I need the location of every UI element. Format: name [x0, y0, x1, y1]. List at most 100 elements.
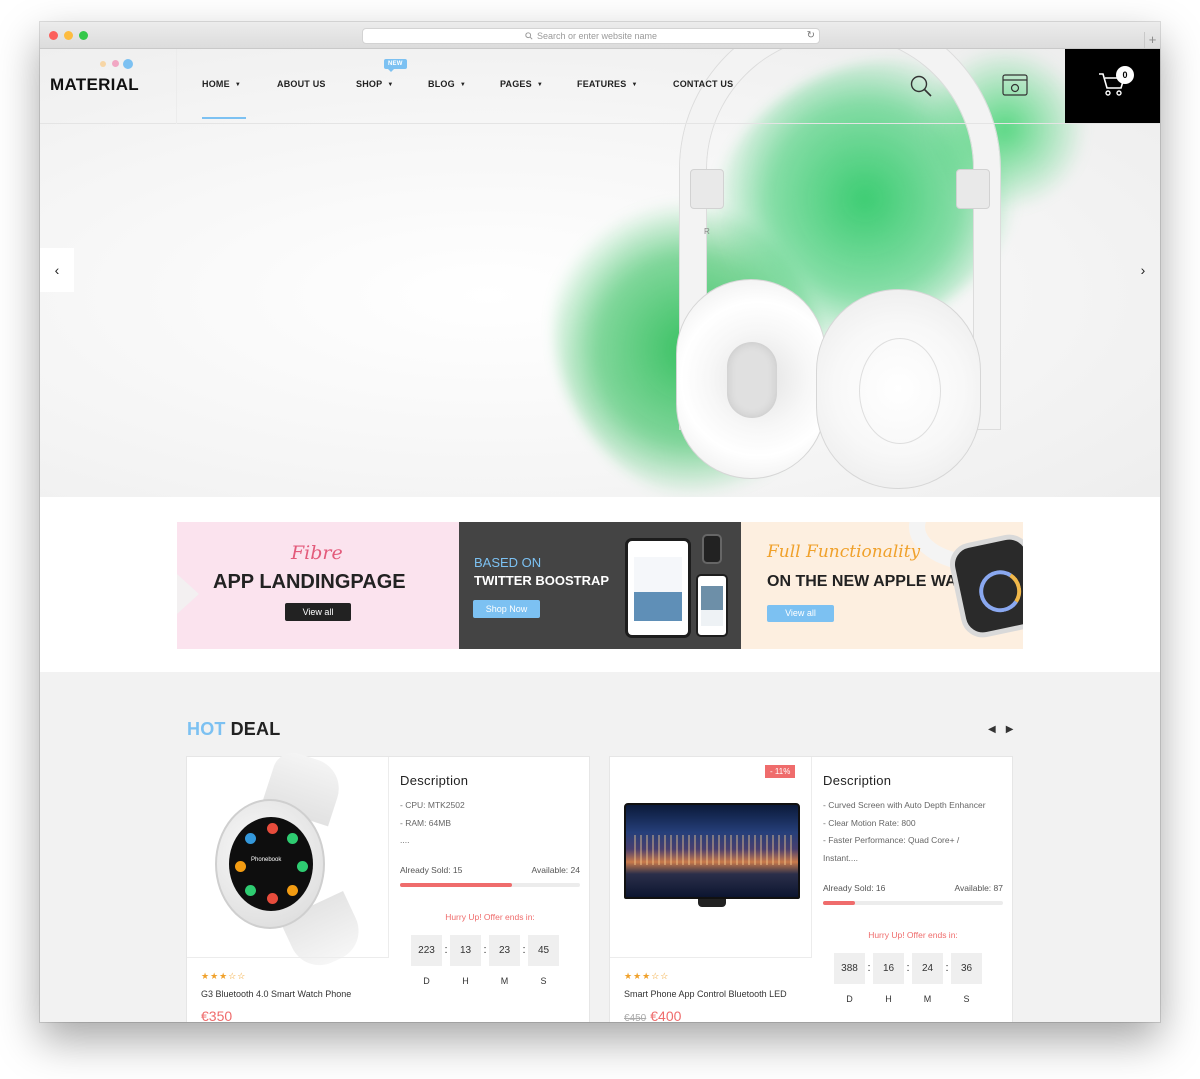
tablet-image	[625, 538, 691, 638]
slider-prev-button[interactable]: ‹	[40, 248, 74, 292]
product-price: €350	[201, 1008, 233, 1022]
nav-item-shop[interactable]: NEW SHOP ▼	[356, 59, 428, 89]
site-logo[interactable]: MATERIAL	[50, 75, 139, 95]
caret-down-icon: ▼	[631, 81, 638, 88]
page: R ‹ › MATERIAL HOME ▼ ABOUT US NEW SHOP …	[40, 49, 1160, 1022]
hero-slider: R ‹ › MATERIAL HOME ▼ ABOUT US NEW SHOP …	[40, 49, 1160, 497]
decorative-arrow	[177, 574, 199, 614]
cart-count-badge: 0	[1116, 66, 1134, 84]
available: Available: 24	[531, 865, 580, 875]
description-title: Description	[400, 773, 469, 788]
section-title: HOT DEAL	[187, 719, 281, 739]
promo-banner-app-landing[interactable]: Fibre APP LANDINGPAGE View all	[177, 522, 459, 649]
sale-badge: - 11%	[765, 765, 796, 778]
product-info: Description - Curved Screen with Auto De…	[812, 757, 1014, 1022]
caret-down-icon: ▼	[234, 81, 241, 88]
smart-watch-image: Phonebook	[209, 747, 369, 975]
carousel-nav: ◀ ▶	[988, 724, 1013, 735]
slider-next-button[interactable]: ›	[1126, 248, 1160, 292]
new-tab-icon[interactable]: +	[1144, 32, 1160, 49]
browser-window: Search or enter website name ↻ + R ‹ › M…	[40, 22, 1160, 1022]
banner-title: APP LANDINGPAGE	[213, 571, 406, 593]
hot-deal-section: HOT DEAL ◀ ▶ Phonebook ★★★☆☆ G3 Bluetoot…	[40, 672, 1160, 1022]
rating-stars: ★★★☆☆	[624, 971, 670, 981]
banner-title: TWITTER BOOSTRAP	[474, 573, 610, 588]
caret-down-icon: ▼	[387, 81, 394, 88]
product-info: Description - CPU: MTK2502 - RAM: 64MB .…	[389, 757, 591, 1022]
view-all-button[interactable]: View all	[767, 605, 834, 622]
zoom-window-button[interactable]	[79, 31, 88, 40]
banner-pretitle: BASED ON	[474, 555, 542, 570]
close-window-button[interactable]	[49, 31, 58, 40]
product-name[interactable]: Smart Phone App Control Bluetooth LED	[624, 989, 787, 999]
already-sold: Already Sold: 16	[823, 883, 886, 893]
stock-info: Already Sold: 15 Available: 24	[400, 865, 580, 875]
countdown-minutes: 23	[489, 935, 520, 966]
cart-button[interactable]: 0	[1065, 49, 1160, 123]
promo-banner-apple-watch[interactable]: Full Functionality ON THE NEW APPLE WATC…	[741, 522, 1023, 649]
stock-info: Already Sold: 16 Available: 87	[823, 883, 1003, 893]
search-icon[interactable]	[910, 75, 932, 97]
nav-item-pages[interactable]: PAGES ▼	[500, 79, 577, 89]
sold-progress-bar	[823, 901, 1003, 905]
product-image-area[interactable]: - 11%	[610, 757, 812, 957]
apple-watch-image	[945, 530, 1023, 642]
banner-script-title: Fibre	[291, 542, 343, 564]
reload-icon[interactable]: ↻	[807, 30, 815, 41]
product-image-area[interactable]: Phonebook	[187, 747, 389, 975]
divider	[176, 49, 177, 124]
countdown-seconds: 45	[528, 935, 559, 966]
new-badge: NEW	[384, 59, 407, 72]
caret-left-icon[interactable]: ◀	[988, 724, 996, 735]
headphone-slider	[956, 169, 990, 209]
sold-progress-bar	[400, 883, 580, 887]
promo-banner-twitter-bootstrap[interactable]: BASED ON TWITTER BOOSTRAP Shop Now	[459, 522, 741, 649]
shop-now-button[interactable]: Shop Now	[473, 600, 540, 618]
nav-item-blog[interactable]: BLOG ▼	[428, 79, 500, 89]
nav-item-contact-us[interactable]: CONTACT US	[673, 79, 733, 89]
countdown-hours: 16	[873, 953, 904, 984]
offer-ends-text: Hurry Up! Offer ends in:	[868, 930, 958, 940]
banner-script-title: Full Functionality	[767, 542, 921, 562]
product-name[interactable]: G3 Bluetooth 4.0 Smart Watch Phone	[201, 989, 351, 999]
deal-card: - 11% ★★★☆☆ Smart Phone App Control Blue…	[609, 756, 1013, 1022]
minimize-window-button[interactable]	[64, 31, 73, 40]
headphone-side-letter: R	[704, 227, 710, 236]
main-nav: HOME ▼ ABOUT US NEW SHOP ▼ BLOG ▼ PAGES ▼	[202, 59, 733, 119]
countdown-timer: 388 D : 16 H : 24 M : 36 S	[834, 953, 982, 1004]
view-all-button[interactable]: View all	[285, 603, 351, 621]
offer-ends-text: Hurry Up! Offer ends in:	[445, 912, 535, 922]
nav-item-features[interactable]: FEATURES ▼	[577, 79, 673, 89]
chevron-right-icon: ›	[1140, 262, 1146, 278]
countdown-minutes: 24	[912, 953, 943, 984]
curved-tv-image	[624, 803, 800, 911]
deal-card: Phonebook ★★★☆☆ G3 Bluetooth 4.0 Smart W…	[186, 747, 591, 1022]
promo-banners: Fibre APP LANDINGPAGE View all BASED ON …	[177, 522, 1023, 649]
settings-icon[interactable]	[1002, 74, 1028, 96]
headphone-cup-left	[676, 279, 826, 479]
product-price: €450 €400	[624, 1008, 682, 1022]
countdown-days: 388	[834, 953, 865, 984]
rating-stars: ★★★☆☆	[201, 971, 247, 981]
browser-chrome: Search or enter website name ↻ +	[40, 22, 1160, 49]
headphone-slider	[690, 169, 724, 209]
description-list: - Curved Screen with Auto Depth Enhancer…	[823, 800, 986, 863]
available: Available: 87	[954, 883, 1003, 893]
nav-item-about-us[interactable]: ABOUT US	[277, 79, 356, 89]
address-bar-placeholder: Search or enter website name	[536, 31, 658, 41]
site-header: MATERIAL HOME ▼ ABOUT US NEW SHOP ▼ BLOG ▼	[40, 49, 1160, 124]
caret-right-icon[interactable]: ▶	[1006, 724, 1014, 735]
old-price: €450	[624, 1013, 647, 1022]
progress-fill	[823, 901, 856, 905]
address-bar[interactable]: Search or enter website name ↻	[362, 28, 820, 44]
nav-item-home[interactable]: HOME ▼	[202, 79, 277, 119]
countdown-seconds: 36	[951, 953, 982, 984]
chevron-left-icon: ‹	[54, 262, 60, 278]
watch-image	[702, 534, 722, 564]
caret-down-icon: ▼	[459, 81, 466, 88]
already-sold: Already Sold: 15	[400, 865, 463, 875]
search-icon	[525, 32, 533, 40]
headphone-cup-right	[816, 289, 981, 489]
description-list: - CPU: MTK2502 - RAM: 64MB ....	[400, 800, 465, 846]
caret-down-icon: ▼	[536, 81, 543, 88]
